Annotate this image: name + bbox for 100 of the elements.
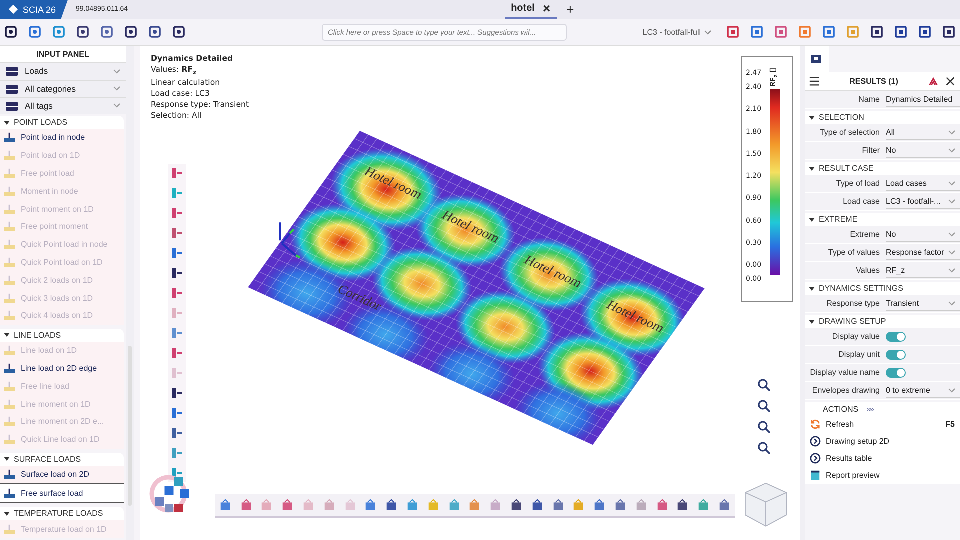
caret-icon[interactable]: [4, 457, 10, 462]
toolbar-icon[interactable]: [172, 25, 186, 39]
property-dropdown[interactable]: No: [886, 228, 960, 242]
tool-icon[interactable]: [170, 386, 184, 400]
caret-icon[interactable]: [809, 166, 815, 170]
load-icon: [3, 239, 16, 250]
load-icon: [3, 398, 16, 410]
toolbar-icon[interactable]: [942, 25, 956, 39]
filter-dropdown[interactable]: All categories: [0, 80, 126, 97]
load-icon: [3, 310, 16, 322]
toolbar-icon[interactable]: [918, 25, 932, 39]
more-actions-button[interactable]: »»: [866, 404, 874, 414]
view-tool-icon[interactable]: [757, 441, 771, 455]
group-title: TEMPERATURE LOADS: [14, 509, 104, 518]
collapse-icon[interactable]: [928, 76, 939, 86]
tool-icon[interactable]: [170, 266, 184, 280]
property-dropdown[interactable]: Transient: [886, 296, 960, 310]
property-dropdown[interactable]: RF_z: [886, 264, 960, 278]
section-title: EXTREME: [819, 215, 858, 224]
caret-icon[interactable]: [4, 512, 10, 516]
caret-icon[interactable]: [809, 320, 815, 324]
load-icon: [3, 488, 16, 499]
chevron-down-icon: [948, 388, 956, 392]
view-tool-icon[interactable]: [757, 420, 771, 434]
case-icon: [5, 100, 19, 112]
load-icon: [3, 221, 16, 232]
property-dropdown[interactable]: Load cases: [886, 176, 960, 190]
chevron-down-icon: [704, 30, 712, 34]
chevron-down-icon: [948, 250, 956, 254]
close-icon[interactable]: [945, 76, 956, 86]
tool-icon[interactable]: [510, 498, 524, 512]
load-tool-item[interactable]: Free surface load: [0, 483, 124, 504]
toolbar-icon[interactable]: [76, 25, 90, 39]
chevron-circle-icon: [810, 453, 821, 464]
property-label: Type of selection: [818, 128, 881, 137]
property-dropdown[interactable]: 0 to extreme: [886, 384, 960, 398]
close-tab-button[interactable]: ×: [542, 1, 551, 16]
filter-dropdown[interactable]: All tags: [0, 96, 126, 114]
load-case-dropdown[interactable]: LC3 - footfall-full: [642, 28, 712, 36]
toolbar-icon[interactable]: [894, 25, 908, 39]
property-dropdown[interactable]: No: [886, 144, 960, 158]
property-dropdown[interactable]: All: [886, 126, 960, 140]
chevron-down-icon: [948, 198, 956, 204]
property-dropdown[interactable]: Response factor: [886, 246, 960, 260]
toolbar-icon[interactable]: [870, 25, 884, 39]
tool-icon[interactable]: [385, 498, 398, 512]
action-item[interactable]: Report preview: [805, 467, 960, 484]
app-name: SCIA 26: [23, 4, 56, 14]
results-tab-icon[interactable]: [809, 52, 823, 66]
case-icon: [5, 82, 19, 95]
caret-icon[interactable]: [809, 218, 815, 222]
section-title: RESULT CASE: [819, 164, 874, 173]
chevron-down-icon: [113, 103, 121, 108]
caret-icon[interactable]: [4, 120, 10, 125]
app-logo-tab[interactable]: SCIA 26: [0, 0, 68, 19]
view-tool-icon[interactable]: [757, 378, 771, 392]
action-item[interactable]: Drawing setup 2D: [805, 433, 960, 450]
action-item[interactable]: Refresh F5: [805, 416, 960, 433]
toolbar-icon[interactable]: [148, 25, 162, 39]
load-icon: [3, 292, 16, 304]
property-label: Type of load: [835, 179, 881, 188]
tab-label: hotel: [511, 3, 535, 14]
property-label: Display unit: [838, 350, 881, 359]
app-logo-icon: [8, 4, 19, 15]
caret-icon[interactable]: [809, 286, 815, 290]
toggle-switch[interactable]: [886, 368, 906, 378]
tool-icon[interactable]: [676, 498, 690, 512]
group-title: LINE LOADS: [14, 330, 62, 340]
property-label: Extreme: [849, 230, 881, 239]
section-title: DRAWING SETUP: [819, 317, 886, 326]
caret-icon[interactable]: [809, 116, 815, 120]
shortcut-label: F5: [946, 420, 955, 429]
group-title: POINT LOADS: [14, 118, 68, 128]
toolbar-icon[interactable]: [4, 25, 18, 39]
filter-dropdown[interactable]: Loads: [0, 62, 126, 80]
view-tool-icon[interactable]: [757, 399, 771, 413]
property-label: Type of values: [827, 248, 881, 257]
load-tool-item[interactable]: Surface load on 2D: [0, 466, 124, 484]
property-label: Name: [858, 95, 881, 104]
section-title: SELECTION: [819, 113, 864, 122]
axis-icon: [279, 222, 301, 259]
toolbar-icon[interactable]: [124, 25, 138, 39]
toggle-switch[interactable]: [886, 350, 906, 360]
new-tab-button[interactable]: +: [566, 2, 574, 17]
tool-icon[interactable]: [170, 426, 184, 440]
property-dropdown[interactable]: LC3 - footfall-...: [886, 194, 960, 208]
zone-label: Hotel room: [439, 208, 504, 246]
load-tool-item[interactable]: Point load in node: [0, 129, 124, 147]
menu-icon[interactable]: [809, 76, 820, 86]
load-icon: [3, 150, 16, 162]
refresh-icon: [810, 419, 821, 430]
chevron-down-icon: [113, 68, 121, 74]
toggle-switch[interactable]: [886, 332, 906, 342]
load-icon: [3, 186, 16, 197]
load-tool-item[interactable]: Line load on 2D edge: [0, 360, 124, 378]
document-icon: [810, 470, 821, 481]
tool-icon[interactable]: [530, 498, 544, 512]
caret-icon[interactable]: [4, 333, 10, 338]
action-item[interactable]: Results table: [805, 450, 960, 467]
property-label: Display value: [831, 332, 881, 341]
